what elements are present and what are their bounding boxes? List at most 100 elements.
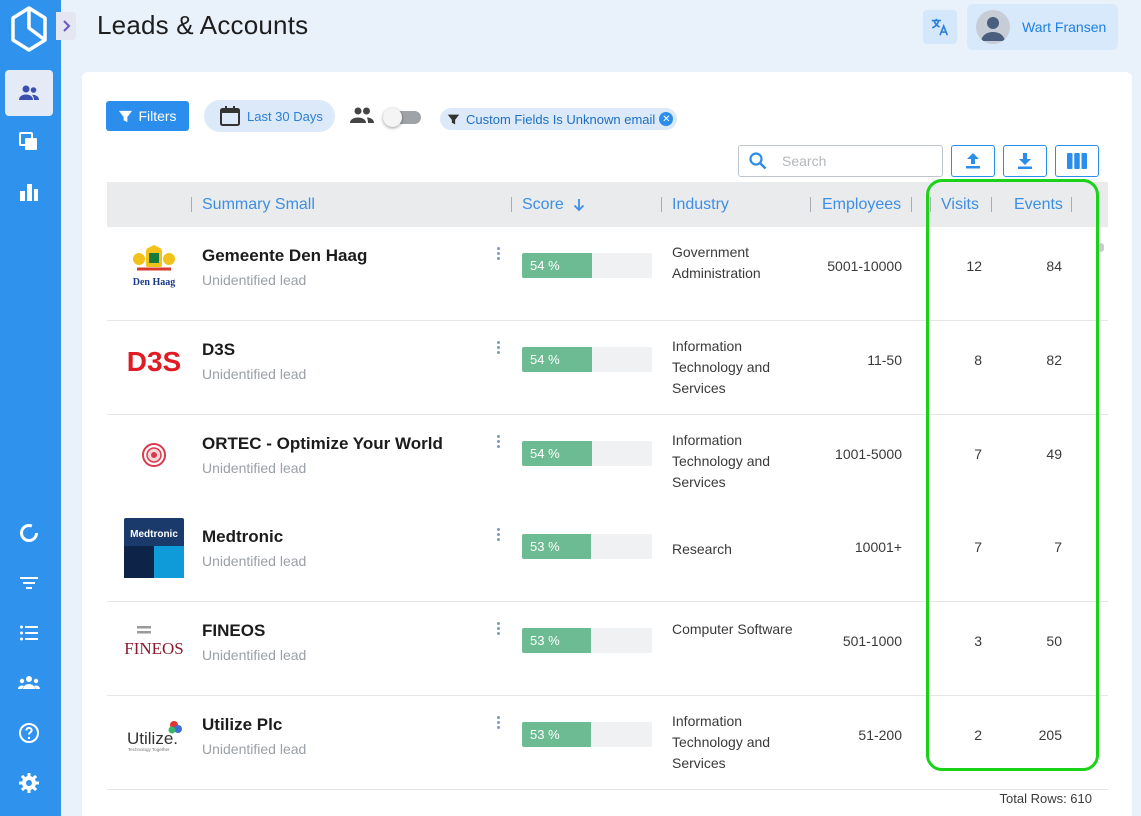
lead-status: Unidentified lead [202,647,307,664]
column-industry[interactable]: Industry [672,182,729,227]
row-menu-icon[interactable] [496,716,502,730]
search-input[interactable] [782,153,922,169]
sidebar-expand-button[interactable] [56,12,76,40]
scrollbar[interactable] [1098,243,1104,252]
visits-cell: 7 [974,445,982,462]
utilize-logo: Utilize.Technology Together [127,721,182,752]
sidebar-item-help[interactable] [5,710,53,756]
company-name[interactable]: ORTEC - Optimize Your World [202,434,443,454]
translate-button[interactable] [923,10,957,44]
bar-chart-icon [20,184,38,201]
sidebar-item-filters[interactable] [5,560,53,606]
company-name[interactable]: FINEOS [202,621,265,641]
date-range-label: Last 30 Days [247,108,323,124]
lead-status: Unidentified lead [202,459,307,476]
donut-icon [20,524,38,542]
industry-cell: Government Administration [672,244,761,281]
score-value: 54 % [522,253,592,278]
filter-chip[interactable]: Custom Fields Is Unknown email ✕ [440,108,677,130]
sidebar-item-lists[interactable] [5,610,53,656]
company-logo: Medtronic [123,517,185,579]
column-events[interactable]: Events [1014,182,1063,227]
column-summary[interactable]: Summary Small [202,182,315,227]
column-score[interactable]: Score [522,182,586,227]
copy-icon [19,132,37,150]
svg-text:Utilize.: Utilize. [127,729,178,748]
funnel-icon [119,110,133,122]
company-name[interactable]: Utilize Plc [202,715,282,735]
column-employees[interactable]: Employees [822,182,901,227]
search-icon [749,152,767,170]
row-menu-icon[interactable] [496,434,502,449]
employees-cell: 11-50 [867,351,902,368]
table-row[interactable]: FINEOS FINEOS Unidentified lead 53 % Compute… [107,602,1108,697]
employees-cell: 1001-5000 [835,445,902,462]
company-name[interactable]: D3S [202,340,235,360]
company-logo: Utilize. Technology Together [123,705,185,767]
translate-icon [931,18,949,36]
score-value: 54 % [522,440,592,466]
company-logo [123,424,185,486]
sidebar [0,0,61,816]
contacts-toggle[interactable] [383,108,421,127]
company-name[interactable]: Medtronic [202,527,283,547]
remove-filter-icon[interactable]: ✕ [659,112,674,126]
visits-cell: 12 [966,258,982,274]
settings-icon [19,773,39,793]
people-toggle-icon [350,107,374,123]
employees-cell: 501-1000 [842,633,902,650]
industry-cell: Information Technology and Services [672,713,771,771]
app-logo-icon[interactable] [10,6,48,52]
sidebar-item-reports[interactable] [5,169,53,215]
user-menu-button[interactable]: Wart Fransen [967,4,1118,50]
column-visits[interactable]: Visits [941,182,979,227]
score-value: 53 % [522,534,591,560]
employees-cell: 10001+ [854,539,902,556]
avatar [976,10,1010,44]
page-title: Leads & Accounts [97,10,309,40]
filter-chip-label: Custom Fields Is Unknown email [466,111,656,127]
industry-cell: Information Technology and Services [672,337,771,396]
score-bar: 53 % [522,534,652,560]
filters-button[interactable]: Filters [106,101,189,131]
sidebar-item-segments[interactable] [5,510,53,556]
industry-cell: Information Technology and Services [672,431,771,490]
events-cell: 49 [1046,445,1062,462]
sidebar-item-settings[interactable] [5,760,53,806]
lead-status: Unidentified lead [202,272,307,288]
help-icon [19,723,39,743]
events-cell: 205 [1038,727,1062,743]
search-box[interactable] [738,145,943,177]
columns-button[interactable] [1055,145,1099,177]
user-name: Wart Fransen [1022,19,1107,35]
row-menu-icon[interactable] [496,528,502,542]
table-row[interactable]: Medtronic Medtronic Unidentified lead 53 % R… [107,508,1108,603]
visits-cell: 3 [974,633,982,650]
score-value: 53 % [522,628,591,654]
table-row[interactable]: ORTEC - Optimize Your World Unidentified … [107,414,1108,509]
svg-text:Technology Together: Technology Together [128,747,170,752]
date-range-picker[interactable]: Last 30 Days [204,100,335,132]
score-bar: 54 % [522,440,652,466]
medtronic-logo: Medtronic [124,518,184,579]
sidebar-item-copy[interactable] [5,119,53,165]
sidebar-item-leads[interactable] [5,70,53,116]
funnel-icon [447,114,460,124]
table-row[interactable]: Den Haag Gemeente Den Haag Unidentified le… [107,227,1108,321]
visits-cell: 2 [974,727,982,743]
download-button[interactable] [1003,145,1047,177]
row-menu-icon[interactable] [496,247,502,261]
sort-down-icon [573,198,584,211]
d3s-logo: D3S [127,346,181,377]
table-row[interactable]: Utilize. Technology Together Utilize Plc Un… [107,696,1108,790]
sidebar-item-team[interactable] [5,660,53,706]
table-row[interactable]: D3S D3S Unidentified lead 54 % Information T… [107,320,1108,415]
row-menu-icon[interactable] [496,340,502,355]
company-logo: Den Haag [123,236,185,298]
upload-button[interactable] [951,145,995,177]
score-bar: 54 % [522,253,652,278]
ortec-logo [142,442,166,467]
row-menu-icon[interactable] [496,622,502,636]
company-name[interactable]: Gemeente Den Haag [202,246,367,266]
visits-cell: 8 [974,351,982,368]
